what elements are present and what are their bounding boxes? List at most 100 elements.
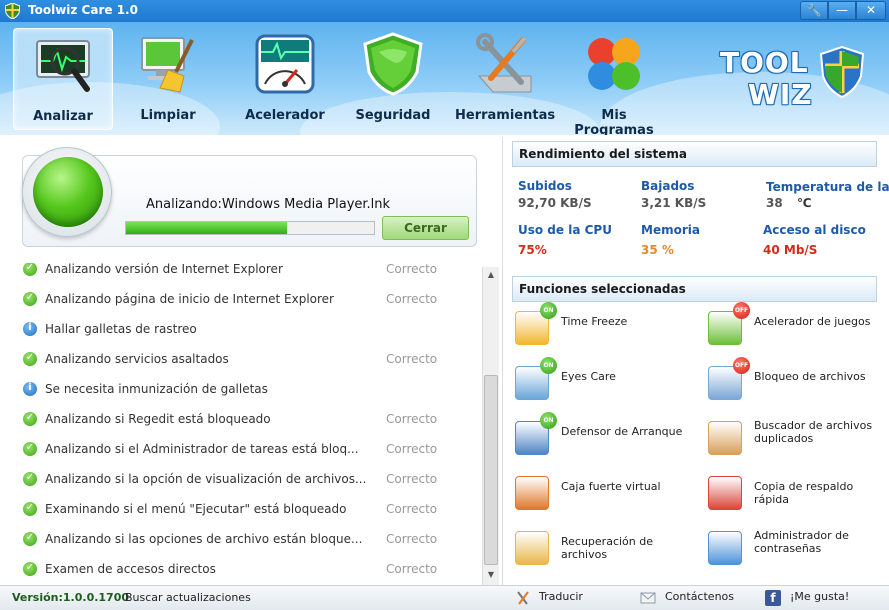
title-bar: Toolwiz Care 1.0 🔧 — ✕ bbox=[0, 0, 889, 22]
check-icon: ✓ bbox=[23, 532, 37, 546]
monitor-heartbeat-icon bbox=[36, 40, 90, 92]
result-text: Analizando página de inicio de Internet … bbox=[45, 292, 334, 306]
check-icon: ✓ bbox=[23, 472, 37, 486]
check-icon: ✓ bbox=[23, 263, 37, 276]
feature-label: Defensor de Arranque bbox=[561, 425, 683, 438]
scroll-thumb[interactable] bbox=[484, 375, 498, 565]
feature-label: Time Freeze bbox=[561, 315, 628, 328]
nav-seguridad[interactable]: Seguridad bbox=[343, 28, 443, 130]
contact-link[interactable]: Contáctenos bbox=[665, 590, 734, 603]
nav-mis-programas[interactable]: Mis Programas bbox=[564, 28, 664, 135]
brand-shield-icon bbox=[820, 46, 864, 98]
status-glyph: i bbox=[28, 322, 32, 333]
feature-label: Recuperación de archivos bbox=[561, 535, 654, 561]
feature-label: Caja fuerte virtual bbox=[561, 480, 661, 493]
feature-label: Copia de respaldo rápida bbox=[754, 480, 854, 506]
panel-divider bbox=[502, 137, 503, 585]
result-status: Correcto bbox=[386, 472, 438, 486]
translate-link[interactable]: Traducir bbox=[539, 590, 583, 603]
result-text: Analizando servicios asaltados bbox=[45, 352, 229, 366]
scroll-up-arrow-icon[interactable]: ▲ bbox=[483, 267, 499, 283]
feature-label: Administrador de contraseñas bbox=[754, 529, 849, 555]
feature-item[interactable]: Buscador de archivos duplicados bbox=[708, 417, 889, 465]
memory-value: 35 % bbox=[641, 243, 674, 257]
feature-item[interactable]: Caja fuerte virtual bbox=[515, 472, 705, 520]
status-glyph: ✓ bbox=[25, 263, 35, 273]
close-scan-button[interactable]: Cerrar bbox=[382, 216, 469, 240]
feature-label: Acelerador de juegos bbox=[754, 315, 871, 328]
shield-icon bbox=[363, 32, 423, 96]
feature-item[interactable]: ON Eyes Care bbox=[515, 357, 705, 410]
upload-label: Subidos bbox=[518, 179, 572, 193]
feature-item[interactable]: OFF Bloqueo de archivos bbox=[708, 357, 889, 410]
brand-line-1: TOOL bbox=[720, 46, 809, 79]
speedometer-icon bbox=[255, 34, 315, 94]
feature-item[interactable]: ON Time Freeze bbox=[515, 302, 705, 355]
feature-item[interactable]: Copia de respaldo rápida bbox=[708, 472, 889, 520]
computer-broom-icon bbox=[141, 37, 194, 93]
scan-progress-bar bbox=[125, 221, 375, 235]
download-label: Bajados bbox=[641, 179, 695, 193]
programs-icon bbox=[588, 38, 640, 90]
temperature-label: Temperatura de la bbox=[766, 180, 889, 194]
close-button[interactable]: ✕ bbox=[856, 1, 886, 20]
check-icon: ✓ bbox=[23, 442, 37, 456]
result-status: Correcto bbox=[386, 412, 438, 426]
scroll-down-arrow-icon[interactable]: ▼ bbox=[483, 567, 499, 583]
feature-item[interactable]: Administrador de contraseñas bbox=[708, 527, 889, 575]
nav-herramientas[interactable]: Herramientas bbox=[455, 28, 555, 130]
result-status: Correcto bbox=[386, 532, 438, 546]
feature-item[interactable]: Recuperación de archivos bbox=[515, 527, 705, 575]
like-link[interactable]: ¡Me gusta! bbox=[790, 590, 849, 603]
nav-label: Acelerador bbox=[245, 108, 325, 123]
nav-analizar[interactable]: Analizar bbox=[13, 28, 113, 130]
status-bar: Versión:1.0.0.1700 Buscar actualizacione… bbox=[0, 585, 889, 610]
result-text: Analizando si la opción de visualización… bbox=[45, 472, 367, 486]
upload-value: 92,70 KB/S bbox=[518, 196, 592, 210]
vault-icon bbox=[515, 476, 549, 510]
nav-label: Seguridad bbox=[355, 108, 431, 123]
status-glyph: ✓ bbox=[25, 502, 35, 513]
nav-limpiar[interactable]: Limpiar bbox=[118, 28, 218, 130]
feature-label: Bloqueo de archivos bbox=[754, 370, 866, 383]
translate-tools-icon bbox=[517, 591, 529, 605]
feature-item[interactable]: OFF Acelerador de juegos bbox=[708, 302, 889, 355]
check-icon: ✓ bbox=[23, 352, 37, 366]
result-row: ✓ Analizando si Regedit está bloqueado Cor… bbox=[0, 406, 480, 436]
scan-results-list: ✓ Analizando versión de Internet Explorer… bbox=[0, 263, 482, 583]
feature-status-badge: OFF bbox=[733, 357, 750, 374]
result-row: ✓ Analizando si el Administrador de tarea… bbox=[0, 436, 480, 466]
result-status: Correcto bbox=[386, 502, 438, 516]
status-glyph: ✓ bbox=[25, 292, 35, 303]
result-row: ✓ Analizando página de inicio de Internet… bbox=[0, 286, 480, 316]
nav-acelerador[interactable]: Acelerador bbox=[235, 28, 335, 130]
result-text: Analizando versión de Internet Explorer bbox=[45, 263, 283, 276]
nav-label: Analizar bbox=[33, 109, 93, 124]
result-status: Correcto bbox=[386, 263, 438, 276]
feature-status-badge: ON bbox=[540, 412, 557, 429]
folder-recovery-icon bbox=[515, 531, 549, 565]
mail-icon bbox=[640, 592, 656, 604]
key-icon bbox=[708, 531, 742, 565]
brand-logo: TOOL WIZ bbox=[720, 44, 870, 124]
temperature-unit: ℃ bbox=[797, 196, 812, 210]
nav-label: Limpiar bbox=[140, 108, 196, 123]
scan-status-text: Analizando:Windows Media Player.lnk bbox=[146, 197, 391, 212]
result-status: Correcto bbox=[386, 352, 438, 366]
disk-value: 40 Mb/S bbox=[763, 243, 818, 257]
result-text: Analizando si Regedit está bloqueado bbox=[45, 412, 271, 426]
backup-icon bbox=[708, 476, 742, 510]
results-scrollbar[interactable]: ▲ ▼ bbox=[482, 267, 499, 585]
result-text: Se necesita inmunización de galletas bbox=[45, 382, 268, 396]
info-icon: i bbox=[23, 322, 37, 336]
nav-label: Herramientas bbox=[455, 108, 556, 123]
cpu-label: Uso de la CPU bbox=[518, 223, 612, 237]
duplicate-files-icon bbox=[708, 421, 742, 455]
result-text: Analizando si el Administrador de tareas… bbox=[45, 442, 359, 456]
settings-button[interactable]: 🔧 bbox=[800, 1, 828, 20]
minimize-button[interactable]: — bbox=[828, 1, 856, 20]
cpu-value: 75% bbox=[518, 243, 547, 257]
feature-item[interactable]: ON Defensor de Arranque bbox=[515, 412, 705, 465]
check-updates-link[interactable]: Buscar actualizaciones bbox=[125, 591, 251, 604]
status-glyph: ✓ bbox=[25, 442, 35, 453]
